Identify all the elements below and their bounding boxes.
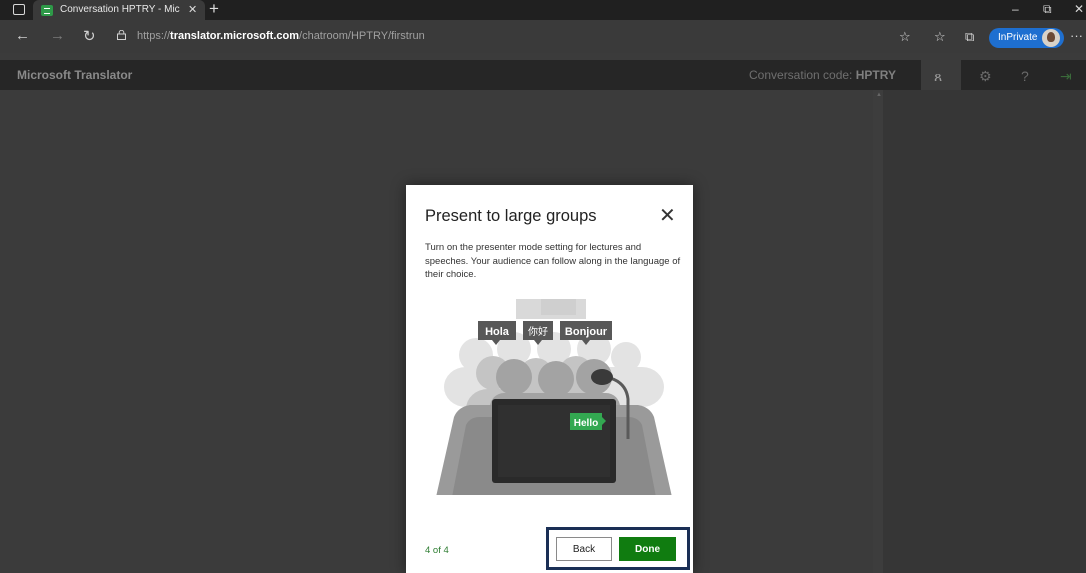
collections-icon[interactable]: ⧉ <box>965 29 974 45</box>
bubble-text-hello: Hello <box>574 418 598 429</box>
participants-icon: ጸ <box>934 68 943 84</box>
chat-scrollbar[interactable] <box>873 90 883 573</box>
restore-icon[interactable]: ⧉ <box>1043 2 1052 17</box>
browser-tab-strip: Conversation HPTRY - Microsoft ✕ + – ⧉ ✕ <box>0 0 1086 20</box>
browser-tab[interactable]: Conversation HPTRY - Microsoft ✕ <box>33 0 205 20</box>
more-options-icon[interactable]: ··· <box>1070 28 1083 43</box>
help-button[interactable]: ? <box>1006 60 1046 90</box>
conversation-code-label: Conversation code: <box>749 68 853 82</box>
close-window-icon[interactable]: ✕ <box>1074 2 1084 16</box>
inprivate-label: InPrivate <box>998 32 1038 43</box>
help-icon: ? <box>1021 68 1029 84</box>
presenter-illustration: Hola 你好 Bonjour Hello <box>426 299 679 509</box>
back-button[interactable]: Back <box>556 537 612 561</box>
tab-close-icon[interactable]: ✕ <box>188 3 197 16</box>
bubble-text-hola: Hola <box>485 326 510 338</box>
new-tab-button[interactable]: + <box>209 0 219 19</box>
done-button[interactable]: Done <box>619 537 676 561</box>
conversation-code-value: HPTRY <box>855 68 896 82</box>
inprivate-badge[interactable]: InPrivate <box>989 28 1064 48</box>
refresh-icon[interactable]: ↻ <box>83 27 96 45</box>
page-indicator: 4 of 4 <box>425 545 449 556</box>
minimize-icon[interactable]: – <box>1012 2 1019 16</box>
address-bar-row: ← → ↻ https://translator.microsoft.com/c… <box>0 20 1086 53</box>
participants-button[interactable]: ጸ <box>921 60 961 90</box>
dialog-title: Present to large groups <box>425 207 597 225</box>
onboarding-dialog: Present to large groups ✕ Turn on the pr… <box>406 185 693 573</box>
tab-actions-icon[interactable] <box>13 4 25 15</box>
tab-title: Conversation HPTRY - Microsoft <box>60 4 180 15</box>
read-aloud-icon[interactable]: ☆ <box>899 29 911 45</box>
app-brand: Microsoft Translator <box>17 68 133 82</box>
speech-bubble-hello: Hello <box>570 413 606 430</box>
settings-gear-icon: ⚙ <box>979 68 992 84</box>
bubble-text-chinese: 你好 <box>528 325 548 338</box>
forward-arrow-icon[interactable]: → <box>50 27 65 44</box>
profile-avatar <box>1042 29 1060 47</box>
dialog-description: Turn on the presenter mode setting for l… <box>425 242 681 280</box>
url-field[interactable]: https://translator.microsoft.com/chatroo… <box>137 30 425 42</box>
settings-button[interactable]: ⚙ <box>966 60 1006 90</box>
scroll-up-icon[interactable]: ▲ <box>876 92 882 98</box>
dialog-close-icon[interactable]: ✕ <box>659 203 676 228</box>
bubble-text-bonjour: Bonjour <box>565 326 608 338</box>
leave-icon: ⇥ <box>1060 68 1072 84</box>
conversation-code: Conversation code: HPTRY <box>749 68 896 82</box>
translator-favicon-icon <box>41 5 53 16</box>
url-path: /chatroom/HPTRY/firstrun <box>299 30 425 42</box>
back-arrow-icon[interactable]: ← <box>15 27 30 44</box>
lock-icon[interactable] <box>117 30 126 40</box>
leave-button[interactable]: ⇥ <box>1046 60 1086 90</box>
side-pane <box>883 90 1086 573</box>
favorites-icon[interactable]: ☆ <box>934 29 946 45</box>
url-domain: translator.microsoft.com <box>170 30 300 42</box>
url-scheme: https:// <box>137 30 171 42</box>
